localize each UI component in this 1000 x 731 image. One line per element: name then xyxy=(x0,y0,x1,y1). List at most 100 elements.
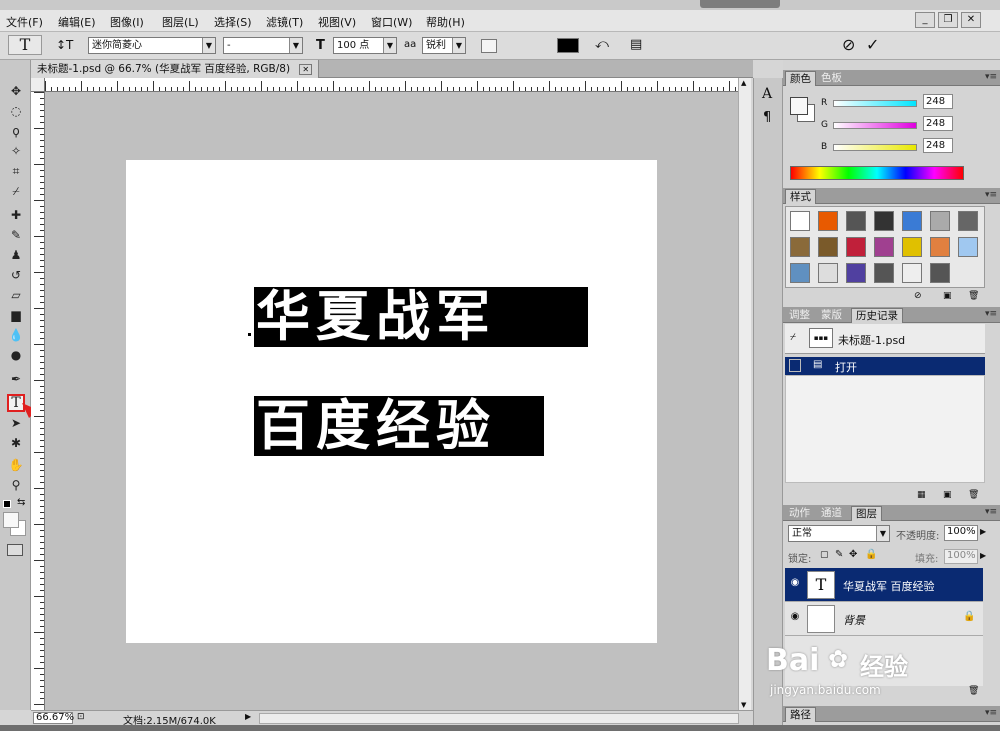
panel-menu-icon[interactable]: ▾≡ xyxy=(985,309,997,319)
tab-styles[interactable]: 样式 xyxy=(785,189,816,204)
pen-tool-icon[interactable]: ✒ xyxy=(7,370,25,388)
crop-tool-icon[interactable]: ⌗ xyxy=(7,162,25,180)
eye-icon[interactable]: ◉ xyxy=(788,577,802,591)
menu-help[interactable]: 帮助(H) xyxy=(426,14,465,30)
antialias-select[interactable]: 锐利 ▼ xyxy=(422,37,466,54)
panel-menu-icon[interactable]: ▾≡ xyxy=(985,507,997,517)
close-tab-icon[interactable]: ✕ xyxy=(299,64,313,75)
style-swatch[interactable] xyxy=(846,237,866,257)
lock-all-icon[interactable]: 🔒 xyxy=(865,549,877,560)
lasso-tool-icon[interactable]: ϙ xyxy=(7,122,25,140)
style-swatch[interactable] xyxy=(930,263,950,283)
menu-image[interactable]: 图像(I) xyxy=(110,14,144,30)
fill-slider-arrow-icon[interactable]: ▶ xyxy=(980,551,986,560)
text-line-1[interactable]: 华夏战军 xyxy=(254,287,588,347)
foreground-color-preview[interactable] xyxy=(790,97,808,115)
horizontal-scrollbar[interactable] xyxy=(259,713,739,724)
style-swatch[interactable] xyxy=(818,211,838,231)
font-style-select[interactable]: - ▼ xyxy=(223,37,303,54)
menu-window[interactable]: 窗口(W) xyxy=(371,14,412,30)
style-swatch[interactable] xyxy=(846,263,866,283)
align-left-icon[interactable] xyxy=(481,39,497,53)
workspace-button[interactable] xyxy=(700,0,780,8)
tab-history[interactable]: 历史记录 xyxy=(851,308,903,323)
zoom-field[interactable]: 66.67% xyxy=(33,712,74,724)
gradient-tool-icon[interactable]: ▆ xyxy=(7,306,25,324)
panel-menu-icon[interactable]: ▾≡ xyxy=(985,190,997,200)
style-swatch[interactable] xyxy=(874,237,894,257)
style-swatch[interactable] xyxy=(930,211,950,231)
scroll-down-icon[interactable]: ▼ xyxy=(741,701,746,709)
panel-menu-icon[interactable]: ▾≡ xyxy=(985,708,997,718)
warp-text-icon[interactable]: ⤺ xyxy=(595,37,609,52)
eyedropper-tool-icon[interactable]: ⌿ xyxy=(7,182,25,200)
delete-style-icon[interactable]: 🗑 xyxy=(968,291,979,301)
brush-tool-icon[interactable]: ✎ xyxy=(7,226,25,244)
magic-wand-tool-icon[interactable]: ✧ xyxy=(7,142,25,160)
align-right-icon[interactable] xyxy=(523,39,539,53)
tab-paths[interactable]: 路径 xyxy=(785,707,816,722)
char-panel-toggle-icon[interactable]: ▤ xyxy=(630,37,642,52)
history-checkbox[interactable] xyxy=(789,359,801,372)
scroll-up-icon[interactable]: ▲ xyxy=(741,79,746,87)
tab-adjustments[interactable]: 调整 xyxy=(785,308,814,323)
zoom-tool-icon[interactable]: ⚲ xyxy=(7,476,25,494)
color-spectrum-bar[interactable] xyxy=(790,166,964,180)
layer-row-background[interactable]: ◉ 背景 🔒 xyxy=(785,602,983,636)
commit-icon[interactable]: ✓ xyxy=(866,35,879,54)
lock-transparency-icon[interactable]: ▢ xyxy=(820,550,829,560)
style-swatch[interactable] xyxy=(790,211,810,231)
text-color-swatch[interactable] xyxy=(557,38,579,53)
fill-field[interactable]: 100% xyxy=(944,549,978,564)
eraser-tool-icon[interactable]: ▱ xyxy=(7,286,25,304)
tab-swatches[interactable]: 色板 xyxy=(817,71,846,86)
channel-value-field[interactable]: 248 xyxy=(923,94,953,109)
style-swatch[interactable] xyxy=(790,263,810,283)
channel-slider[interactable] xyxy=(833,122,917,129)
new-document-from-state-icon[interactable]: ▦ xyxy=(917,490,926,500)
quick-mask-icon[interactable] xyxy=(7,544,23,556)
cancel-icon[interactable]: ⊘ xyxy=(842,35,855,54)
style-swatch[interactable] xyxy=(790,237,810,257)
channel-value-field[interactable]: 248 xyxy=(923,116,953,131)
style-swatch[interactable] xyxy=(902,263,922,283)
minimize-button[interactable]: _ xyxy=(915,12,935,28)
new-style-icon[interactable]: ▣ xyxy=(943,291,952,301)
clear-style-icon[interactable]: ⊘ xyxy=(914,291,922,301)
opacity-field[interactable]: 100% xyxy=(944,525,978,541)
history-brush-tool-icon[interactable]: ↺ xyxy=(7,266,25,284)
history-item-open[interactable]: ▤ 打开 xyxy=(785,357,985,375)
layer-name[interactable]: 华夏战军 百度经验 xyxy=(843,578,935,594)
delete-layer-icon[interactable]: 🗑 xyxy=(968,686,979,696)
foreground-color-swatch[interactable] xyxy=(3,512,19,528)
text-tool-preset-icon[interactable]: T xyxy=(8,35,42,55)
tab-layers[interactable]: 图层 xyxy=(851,506,882,521)
menu-layer[interactable]: 图层(L) xyxy=(162,14,199,30)
dodge-tool-icon[interactable]: ● xyxy=(7,346,25,364)
vertical-scrollbar[interactable]: ▲ ▼ xyxy=(738,78,751,710)
channel-value-field[interactable]: 248 xyxy=(923,138,953,153)
style-swatch[interactable] xyxy=(818,237,838,257)
blend-mode-select[interactable]: 正常 ▼ xyxy=(788,525,890,542)
healing-brush-tool-icon[interactable]: ✚ xyxy=(7,206,25,224)
delete-state-icon[interactable]: 🗑 xyxy=(968,490,979,500)
style-swatch[interactable] xyxy=(930,237,950,257)
font-size-select[interactable]: 100 点 ▼ xyxy=(333,37,397,54)
status-menu-arrow-icon[interactable]: ▶ xyxy=(245,712,251,721)
style-swatch[interactable] xyxy=(874,211,894,231)
history-snapshot-row[interactable]: ⌿ ▪▪▪ 未标题-1.psd xyxy=(785,324,985,354)
restore-button[interactable]: ❐ xyxy=(938,12,958,28)
layer-name[interactable]: 背景 xyxy=(843,612,865,628)
text-line-2[interactable]: 百度经验 xyxy=(254,396,544,456)
style-swatch[interactable] xyxy=(846,211,866,231)
style-swatch[interactable] xyxy=(818,263,838,283)
style-swatch[interactable] xyxy=(958,237,978,257)
style-swatch[interactable] xyxy=(902,211,922,231)
orientation-toggle-icon[interactable]: ↕T xyxy=(56,38,73,52)
move-tool-icon[interactable]: ✥ xyxy=(7,82,25,100)
style-swatch[interactable] xyxy=(874,263,894,283)
channel-slider[interactable] xyxy=(833,100,917,107)
default-colors-icon[interactable] xyxy=(3,500,11,508)
swap-colors-icon[interactable]: ⇆ xyxy=(17,497,25,508)
tab-channels[interactable]: 通道 xyxy=(817,506,846,521)
